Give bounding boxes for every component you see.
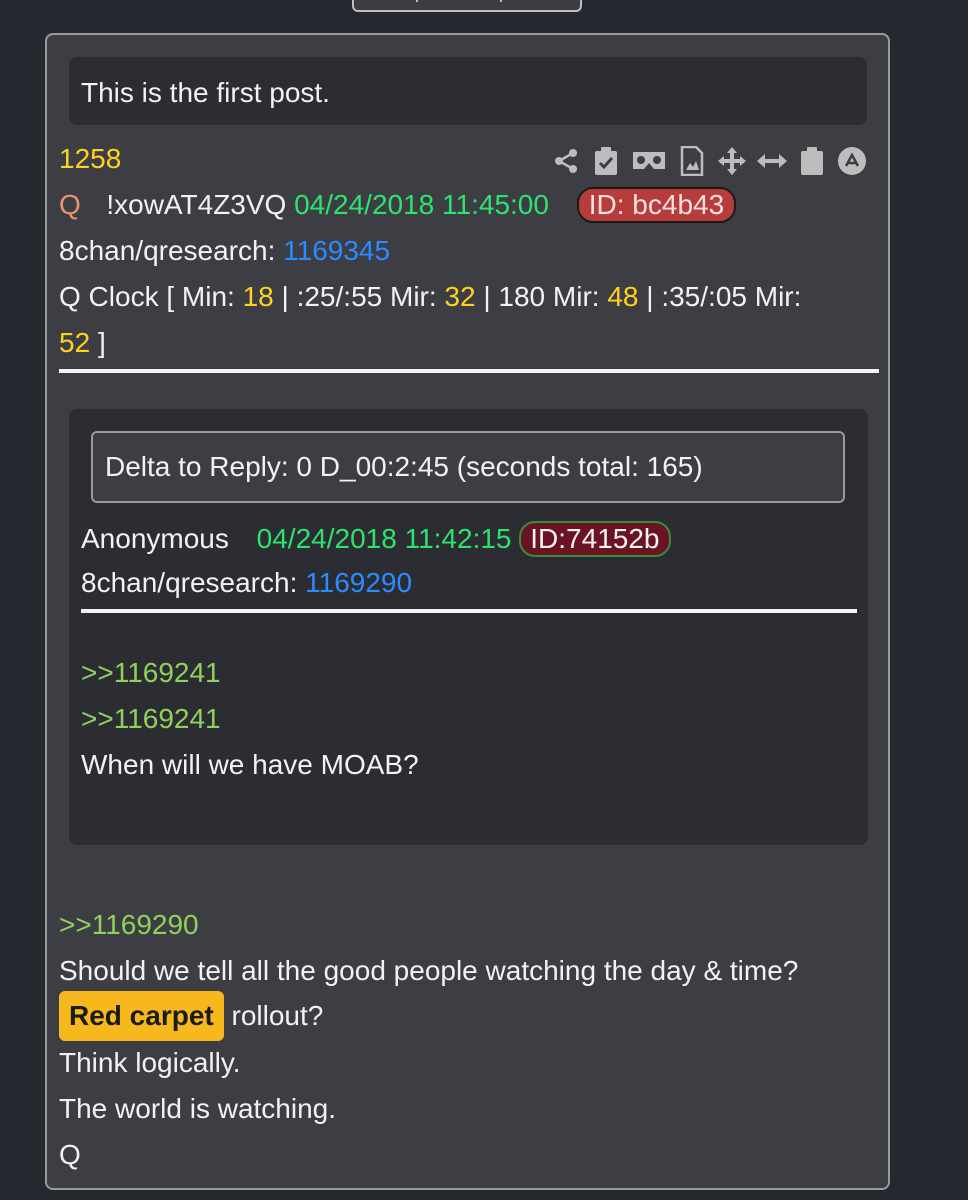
reply-timestamp: 04/24/2018 11:42:15	[256, 523, 512, 554]
reply-source-line: 8chan/qresearch: 1169290	[81, 567, 412, 599]
header-divider	[59, 369, 879, 373]
reply-source-label: 8chan/qresearch:	[81, 567, 298, 598]
delta-to-reply: Delta to Reply: 0 D_00:2:45 (seconds tot…	[91, 431, 845, 503]
body-line: Should we tell all the good people watch…	[59, 955, 799, 986]
reply-quote-link[interactable]: >>1169241	[81, 657, 221, 689]
q-clock-label: | 180 Mir:	[483, 281, 600, 312]
q-clock-label: | :25/:55 Mir:	[281, 281, 437, 312]
reply-quote-link[interactable]: >>1169241	[81, 703, 221, 735]
clipboard-icon[interactable]	[796, 145, 828, 177]
reply-author-line: Anonymous 04/24/2018 11:42:15 ID:74152b	[81, 521, 671, 557]
q-clock-label: | :35/:05 Mir:	[646, 281, 802, 312]
body-line: Think logically.	[59, 1047, 241, 1078]
post-number: 1258	[59, 143, 122, 174]
body-line-highlight: Red carpet rollout?	[59, 991, 323, 1041]
top-tab-bar[interactable]	[352, 0, 582, 12]
reply-divider	[81, 609, 857, 613]
q-clock-mir: 52	[59, 327, 91, 358]
post-timestamp: 04/24/2018 11:45:00	[294, 189, 549, 220]
vr-goggles-icon[interactable]	[630, 145, 668, 177]
red-carpet-highlight: Red carpet	[59, 991, 224, 1041]
tab-divider	[416, 0, 418, 2]
first-post-text: This is the first post.	[81, 77, 330, 108]
q-clock-line: Q Clock [ Min: 18 | :25/:55 Mir: 32 | 18…	[59, 281, 801, 313]
quoted-reply-card: Delta to Reply: 0 D_00:2:45 (seconds tot…	[69, 409, 868, 845]
body-line-rest: rollout?	[231, 1000, 324, 1031]
source-post-link[interactable]: 1169345	[283, 235, 390, 266]
reply-author-name: Anonymous	[81, 523, 229, 554]
q-clock-min: 18	[242, 281, 274, 312]
author-tripcode: !xowAT4Z3VQ	[106, 189, 287, 220]
author-name: Q	[59, 189, 81, 220]
share-icon[interactable]	[550, 145, 582, 177]
scroll-top-icon[interactable]	[836, 145, 868, 177]
resize-horizontal-icon[interactable]	[756, 145, 788, 177]
post-signature: Q	[59, 1139, 81, 1170]
tab-divider	[500, 0, 502, 2]
move-icon[interactable]	[716, 145, 748, 177]
body-quote-link[interactable]: >>1169290	[59, 909, 199, 941]
reply-source-link[interactable]: 1169290	[305, 567, 412, 598]
q-clock-prefix: Q Clock [ Min:	[59, 281, 235, 312]
q-clock-suffix: ]	[97, 327, 106, 358]
post-toolbar	[550, 143, 868, 179]
first-post-banner: This is the first post.	[69, 57, 867, 125]
clipboard-check-icon[interactable]	[590, 145, 622, 177]
body-line: The world is watching.	[59, 1093, 337, 1124]
q-clock-line-cont: 52 ]	[59, 327, 106, 359]
source-label: 8chan/qresearch:	[59, 235, 276, 266]
q-clock-mir: 32	[444, 281, 476, 312]
source-line: 8chan/qresearch: 1169345	[59, 235, 390, 267]
post-author-line: Q !xowAT4Z3VQ 04/24/2018 11:45:00 ID: bc…	[59, 187, 737, 223]
reply-body: When will we have MOAB?	[81, 749, 419, 780]
reply-id-badge[interactable]: ID:74152b	[519, 521, 671, 557]
image-file-icon[interactable]	[676, 145, 708, 177]
q-post-card: This is the first post. 1258 Q !xowAT4Z3…	[45, 33, 890, 1190]
q-clock-mir: 48	[607, 281, 639, 312]
poster-id-badge[interactable]: ID: bc4b43	[576, 187, 737, 223]
